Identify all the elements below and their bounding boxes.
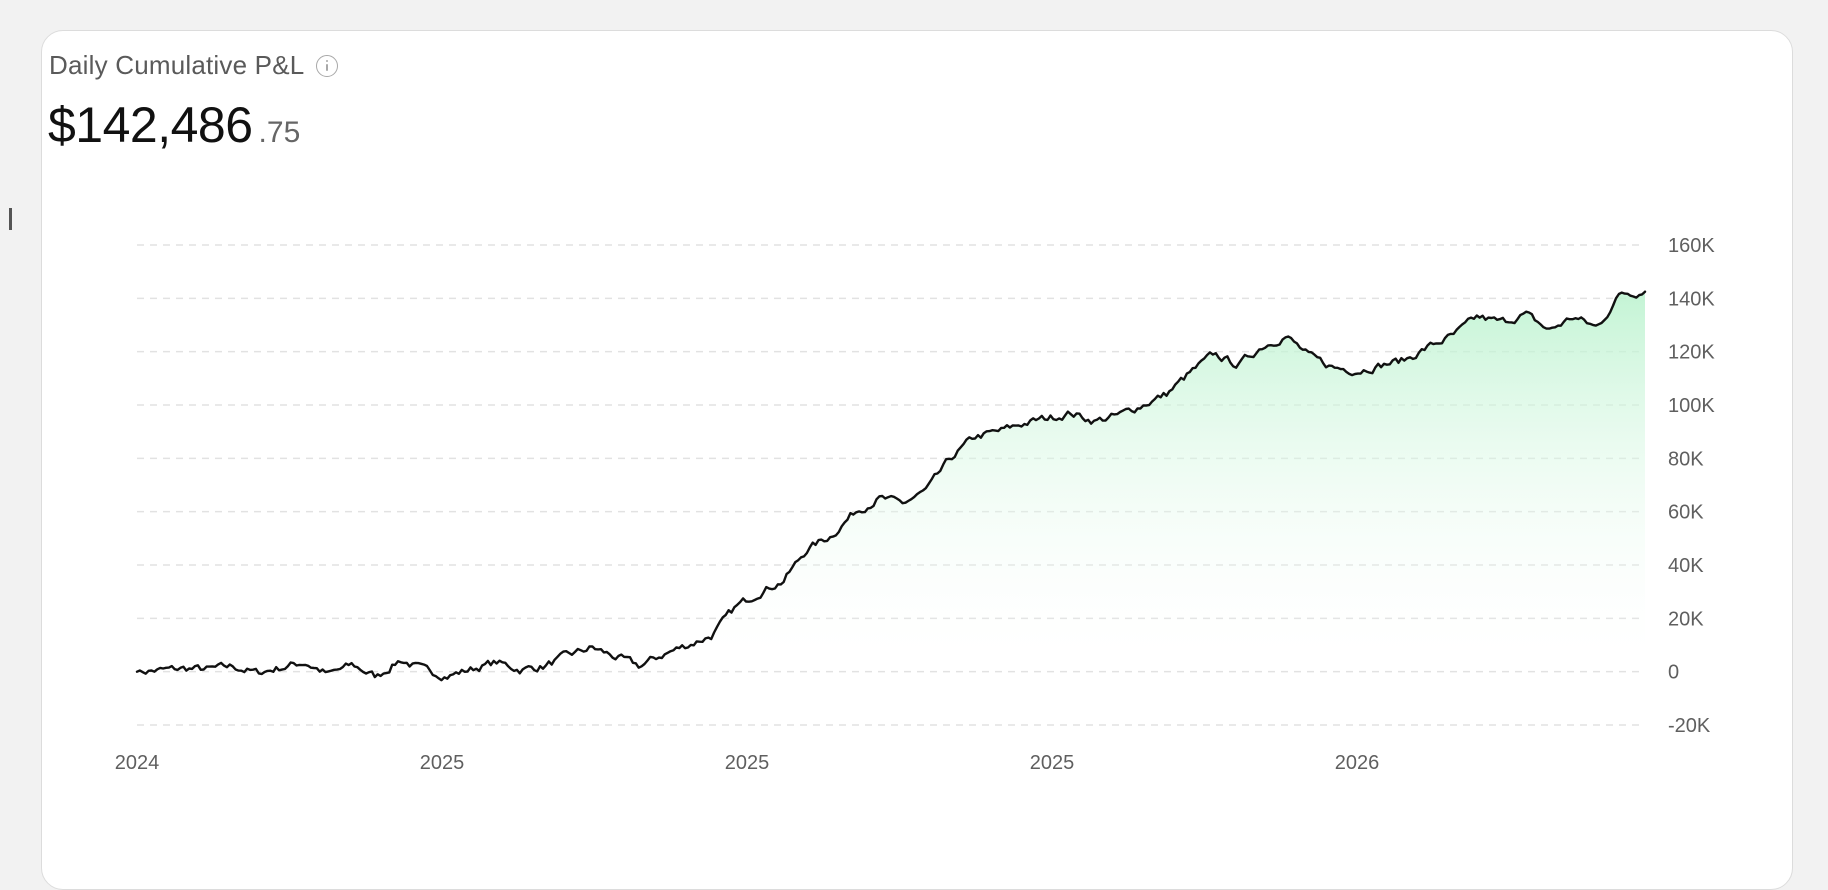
y-tick-label: 40K	[1668, 555, 1704, 577]
cumulative-pnl-chart: 160K140K120K100K80K60K40K20K0-20K 2024 20…	[115, 235, 1716, 774]
x-tick-label: 2025	[725, 752, 770, 774]
y-tick-label: 160K	[1668, 235, 1715, 257]
pnl-area-fill	[137, 291, 1645, 672]
area-layer	[137, 291, 1645, 672]
x-tick-label: 2026	[1335, 752, 1380, 774]
x-tick-label: 2024	[115, 752, 160, 774]
y-tick-label: 100K	[1668, 395, 1715, 417]
y-tick-label: 80K	[1668, 448, 1704, 470]
y-tick-label: 20K	[1668, 608, 1704, 630]
y-axis: 160K 140K 120K 100K 80K 60K 40K 20K 0 -20K	[1668, 235, 1715, 737]
y-tick-label: -20K	[1668, 715, 1711, 737]
x-tick-label: 2025	[420, 752, 465, 774]
y-tick-label: 0	[1668, 662, 1679, 684]
x-tick-label: 2025	[1030, 752, 1075, 774]
y-tick-label: 140K	[1668, 288, 1715, 310]
x-axis: 2024 2025 2025 2025 2026	[115, 752, 1380, 774]
y-tick-label: 60K	[1668, 502, 1704, 524]
y-tick-label: 120K	[1668, 342, 1715, 364]
